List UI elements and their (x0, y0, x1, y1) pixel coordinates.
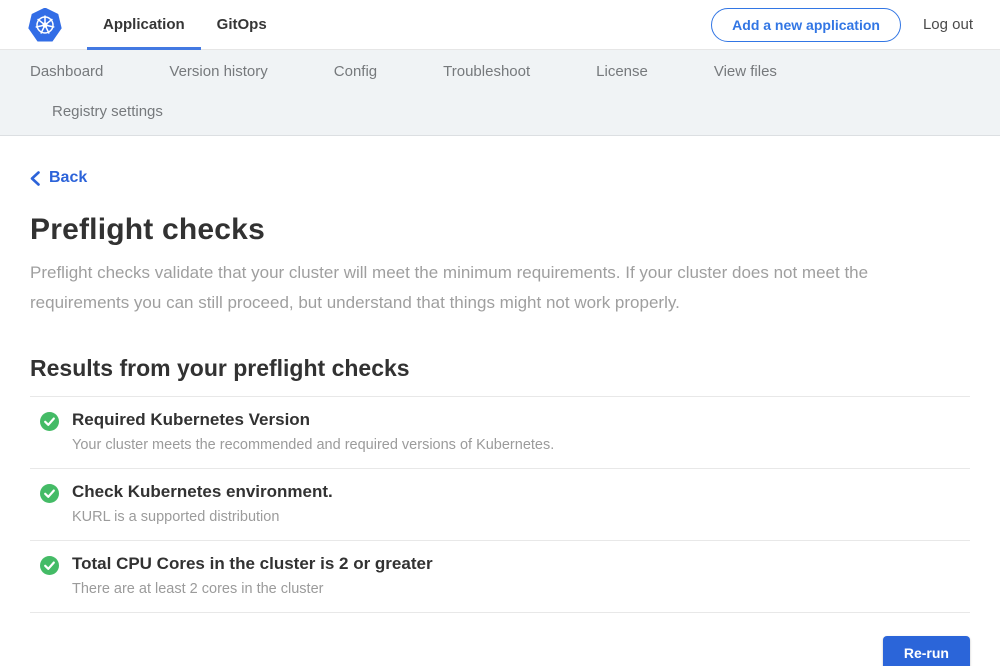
tab-application-label: Application (103, 16, 185, 33)
add-new-application-button[interactable]: Add a new application (711, 8, 901, 42)
subnav-item-troubleshoot[interactable]: Troubleshoot (443, 63, 530, 80)
page-description: Preflight checks validate that your clus… (30, 258, 960, 318)
check-message: There are at least 2 cores in the cluste… (72, 581, 433, 597)
preflight-check-row: Check Kubernetes environment. KURL is a … (30, 469, 970, 541)
preflight-results-list: Required Kubernetes Version Your cluster… (30, 396, 970, 613)
tab-application[interactable]: Application (87, 0, 201, 49)
preflight-check-row: Required Kubernetes Version Your cluster… (30, 397, 970, 469)
main-content: Back Preflight checks Preflight checks v… (0, 136, 1000, 666)
tab-gitops[interactable]: GitOps (201, 0, 283, 49)
success-check-icon (40, 556, 59, 575)
footer-actions: Re-run (30, 636, 970, 666)
back-link[interactable]: Back (30, 169, 87, 187)
subnav-item-license[interactable]: License (596, 63, 648, 80)
chevron-left-icon (30, 171, 40, 186)
subnav-item-view-files[interactable]: View files (714, 63, 777, 80)
back-link-label: Back (49, 169, 87, 187)
check-text: Total CPU Cores in the cluster is 2 or g… (72, 554, 433, 597)
check-text: Check Kubernetes environment. KURL is a … (72, 482, 333, 525)
subnav-row-2: Registry settings (0, 103, 1000, 120)
success-check-icon (40, 484, 59, 503)
page-title: Preflight checks (30, 213, 970, 247)
success-check-icon (40, 412, 59, 431)
subnav-item-dashboard[interactable]: Dashboard (30, 63, 103, 80)
check-message: Your cluster meets the recommended and r… (72, 437, 554, 453)
check-title: Total CPU Cores in the cluster is 2 or g… (72, 554, 433, 574)
subnav-item-registry-settings[interactable]: Registry settings (52, 103, 163, 120)
subnav-item-config[interactable]: Config (334, 63, 377, 80)
preflight-check-row: Total CPU Cores in the cluster is 2 or g… (30, 541, 970, 613)
results-heading: Results from your preflight checks (30, 355, 970, 382)
logout-link[interactable]: Log out (923, 16, 973, 33)
check-title: Check Kubernetes environment. (72, 482, 333, 502)
subnav-item-version-history[interactable]: Version history (169, 63, 267, 80)
check-text: Required Kubernetes Version Your cluster… (72, 410, 554, 453)
check-title: Required Kubernetes Version (72, 410, 554, 430)
rerun-button[interactable]: Re-run (883, 636, 970, 666)
header-tabs: Application GitOps (87, 0, 283, 49)
app-subnav: Dashboard Version history Config Trouble… (0, 50, 1000, 136)
subnav-row-1: Dashboard Version history Config Trouble… (0, 63, 1000, 80)
top-navbar: Application GitOps Add a new application… (0, 0, 1000, 50)
check-message: KURL is a supported distribution (72, 509, 333, 525)
header-right: Add a new application Log out (711, 8, 973, 42)
tab-gitops-label: GitOps (217, 16, 267, 33)
kubernetes-logo-icon (27, 7, 63, 43)
